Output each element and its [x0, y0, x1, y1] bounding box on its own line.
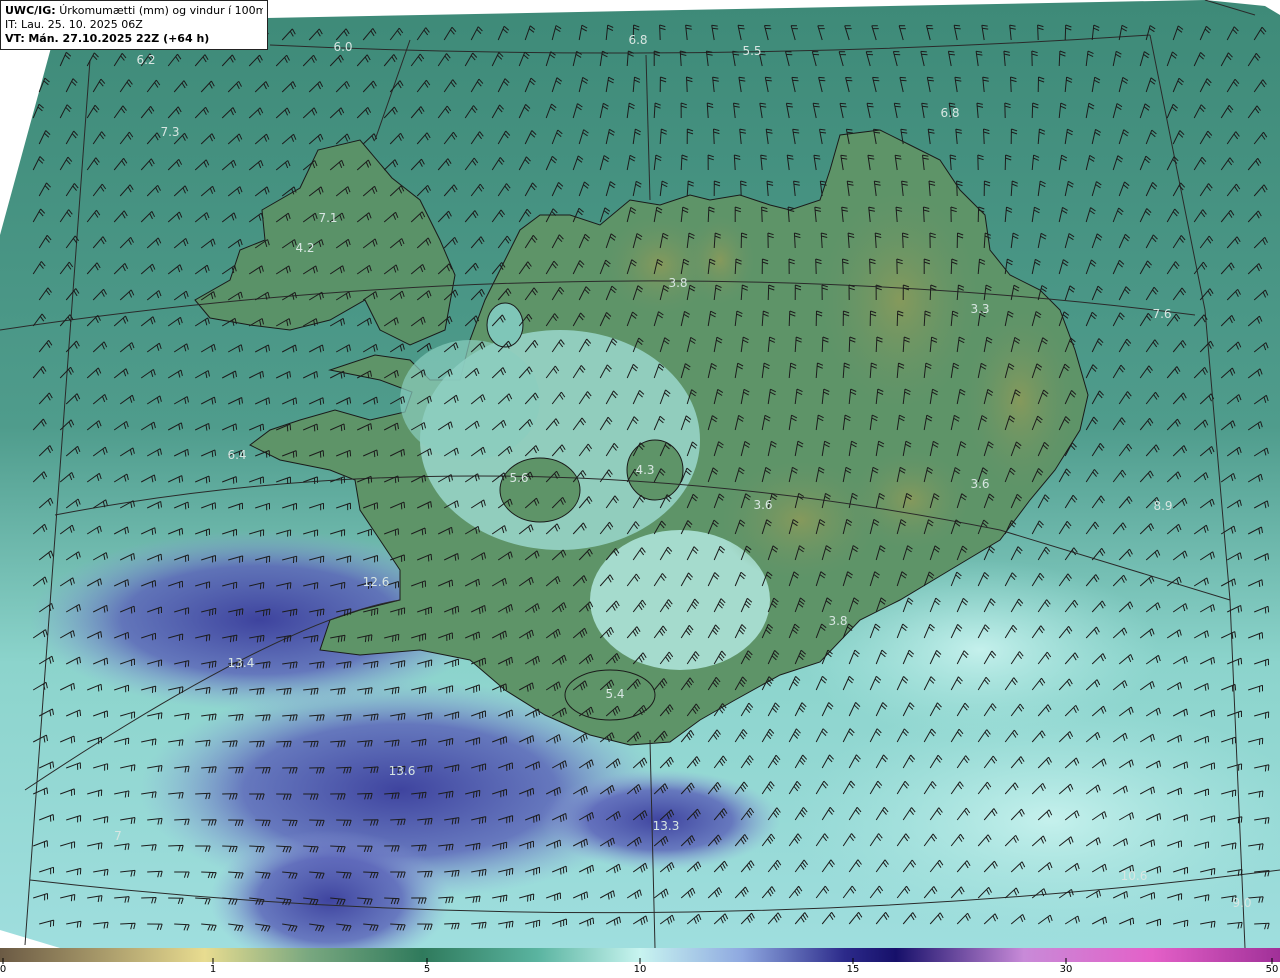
map-value-label: 5.4	[605, 687, 624, 701]
title-line: UWC/IG: Úrkomumætti (mm) og vindur í 100…	[5, 4, 263, 18]
map-value-label: 6.0	[333, 40, 352, 54]
colorbar-tick-label: 5	[423, 964, 431, 975]
map-value-label: 6.2	[136, 53, 155, 67]
map-value-label: 7.6	[1152, 307, 1171, 321]
map-value-label: 8.9	[1153, 499, 1172, 513]
init-time: IT: Lau. 25. 10. 2025 06Z	[5, 18, 143, 31]
map-value-label: 4.2	[295, 241, 314, 255]
map-value-label: 7	[114, 829, 122, 843]
valid-time-label: VT:	[5, 32, 25, 45]
map-value-label: 9.0	[1232, 896, 1251, 910]
map-value-label: 6.8	[940, 106, 959, 120]
map-value-label: 10.6	[1121, 869, 1148, 883]
map-value-label: 13.4	[228, 656, 255, 670]
valid-time: Mán. 27.10.2025 22Z (+64 h)	[28, 32, 210, 45]
map-value-label: 7.1	[318, 211, 337, 225]
map-value-label: 6.8	[628, 33, 647, 47]
map-value-label: 5.6	[509, 471, 528, 485]
map-value-label: 3.3	[970, 302, 989, 316]
map-value-label: 3.8	[668, 276, 687, 290]
colorbar-tick-label: 15	[846, 964, 860, 975]
map-value-label: 6.4	[227, 448, 246, 462]
map-value-label: 13.6	[389, 764, 416, 778]
map-value-label: 12.6	[363, 575, 390, 589]
model-label: UWC/IG:	[5, 4, 56, 17]
map-value-label: 4.3	[635, 463, 654, 477]
valid-time-line: VT: Mán. 27.10.2025 22Z (+64 h)	[5, 32, 263, 46]
precipitation-wind-map: 6.2 6.0 6.8 5.5 6.8 7.3 7.1 4.2 3.8 3.3 …	[0, 0, 1280, 948]
map-value-label: 13.3	[653, 819, 680, 833]
colorbar-tick-label: 0	[0, 964, 7, 975]
map-value-label: 5.5	[742, 44, 761, 58]
colorbar-tick-label: 1	[209, 964, 217, 975]
map-value-label: 3.6	[970, 477, 989, 491]
map-value-label: 3.6	[753, 498, 772, 512]
colorbar-tick-label: 10	[633, 964, 647, 975]
map-value-label: 3.8	[828, 614, 847, 628]
map-value-label: 7.3	[160, 125, 179, 139]
map-title: Úrkomumætti (mm) og vindur í 100m hæð	[59, 4, 263, 17]
map-info-box: UWC/IG: Úrkomumætti (mm) og vindur í 100…	[0, 0, 268, 50]
colorbar-tick-label: 50	[1265, 964, 1279, 975]
colorbar-tick-label: 30	[1059, 964, 1073, 975]
